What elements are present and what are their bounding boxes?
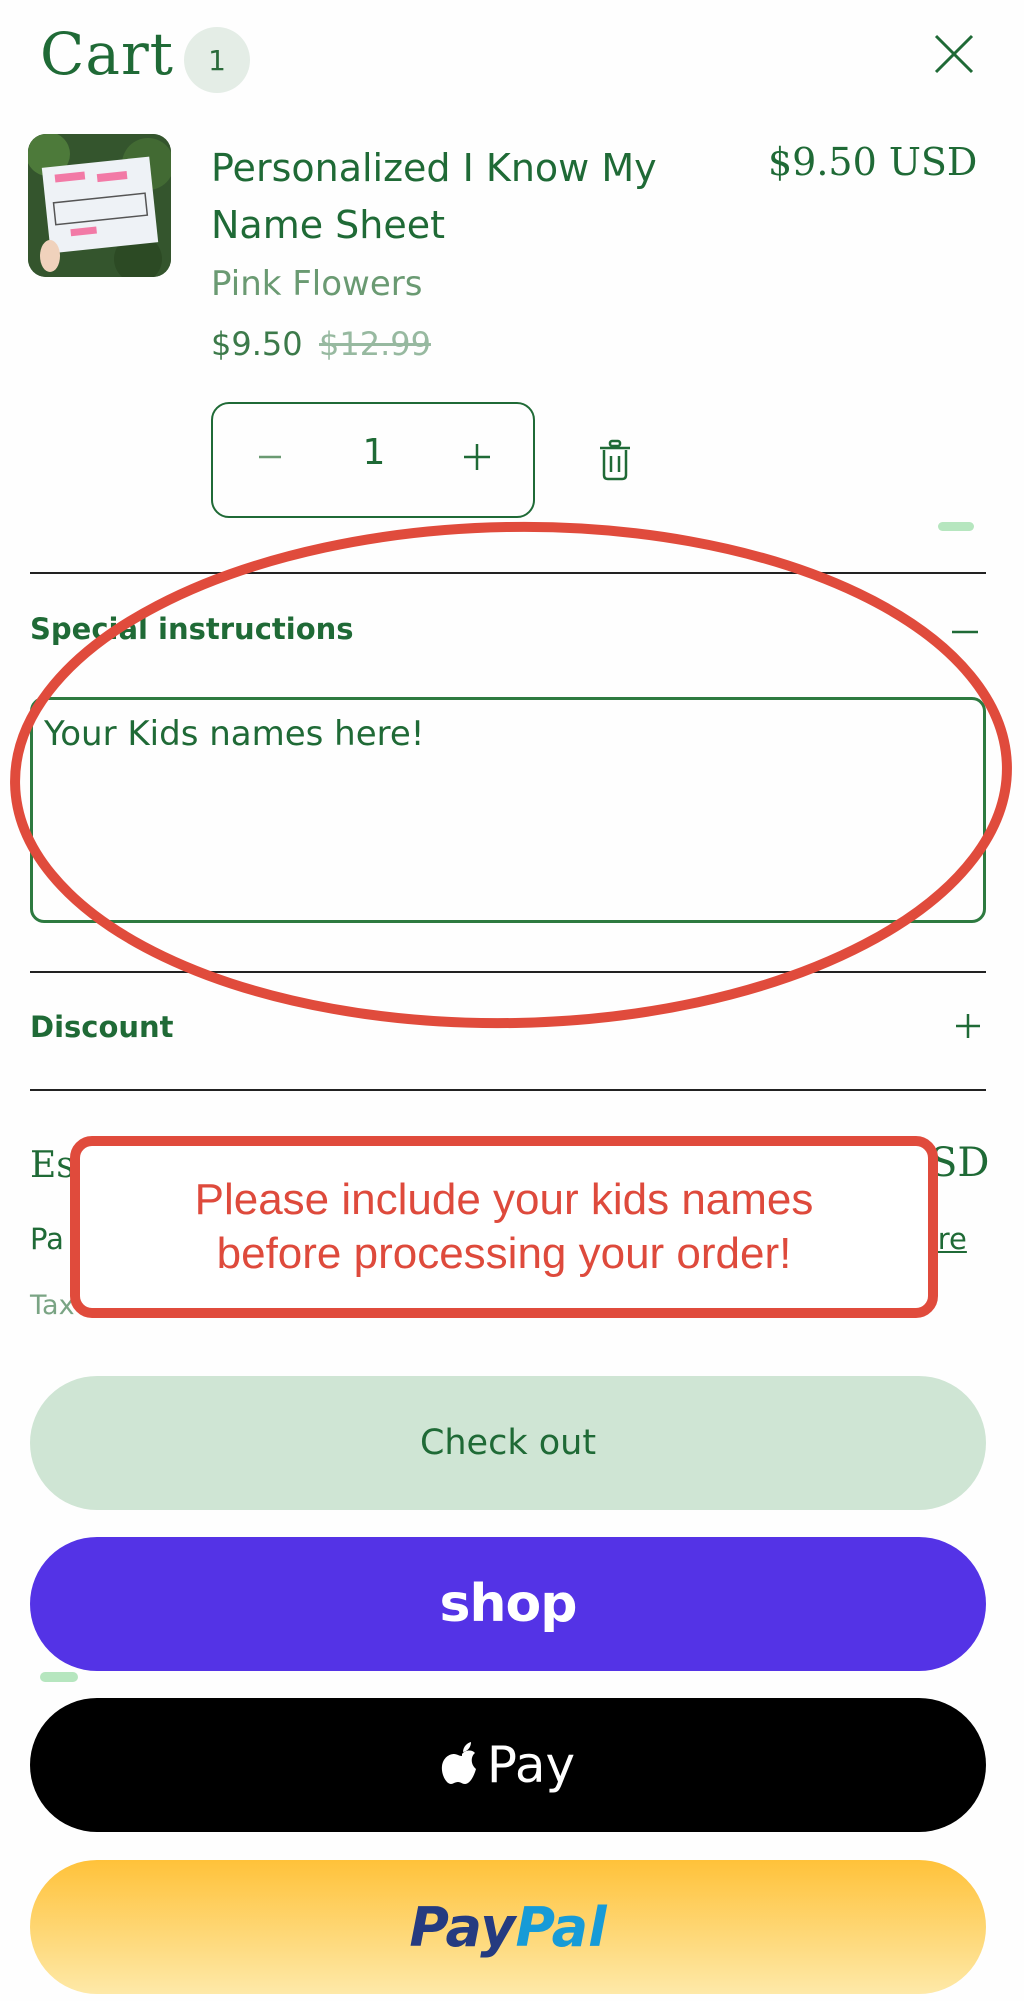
cart-count-badge: 1 — [184, 27, 250, 93]
shop-pay-logo: shop — [439, 1574, 578, 1634]
tax-note: Tax — [30, 1290, 75, 1321]
special-instructions-label[interactable]: Special instructions — [30, 612, 354, 646]
trash-icon — [600, 439, 630, 481]
expand-discount-button[interactable] — [950, 1008, 986, 1044]
product-title[interactable]: Personalized I Know My Name Sheet — [211, 140, 691, 254]
plus-icon — [464, 444, 490, 470]
remove-item-button[interactable] — [595, 438, 635, 482]
product-thumbnail[interactable] — [28, 134, 171, 277]
minus-icon — [952, 630, 978, 634]
minus-icon — [259, 455, 281, 459]
estimated-total-label: Es — [30, 1145, 75, 1186]
estimated-total-value: SD — [930, 1140, 990, 1186]
highlight-mark — [938, 522, 974, 531]
notice-line-2: before processing your order! — [216, 1229, 792, 1278]
cart-title: Cart — [40, 20, 174, 88]
compare-at-price: $12.99 — [319, 325, 431, 363]
highlight-mark — [40, 1672, 78, 1682]
collapse-special-instructions-button[interactable] — [950, 612, 980, 646]
discount-label[interactable]: Discount — [30, 1010, 174, 1044]
divider — [30, 1089, 986, 1091]
payment-note: Pa — [30, 1222, 64, 1256]
sale-price: $9.50 — [211, 325, 303, 363]
product-image — [28, 134, 171, 277]
checkout-button[interactable]: Check out — [30, 1376, 986, 1510]
divider — [30, 572, 986, 574]
paypal-button[interactable]: Pay Pal — [30, 1860, 986, 1994]
checkout-button-label: Check out — [419, 1423, 597, 1463]
apple-icon — [441, 1742, 476, 1784]
paypal-logo-part2: Pal — [515, 1895, 607, 1959]
annotation-notice: Please include your kids names before pr… — [70, 1136, 938, 1318]
close-button[interactable] — [930, 30, 978, 78]
notice-line-1: Please include your kids names — [194, 1175, 814, 1224]
line-item-price: $9.50 USD — [768, 140, 978, 184]
apple-pay-button[interactable]: Pay — [30, 1698, 986, 1832]
quantity-input[interactable]: 1 — [362, 432, 386, 473]
shop-pay-button[interactable]: shop — [30, 1537, 986, 1671]
increase-quantity-button[interactable] — [452, 432, 502, 482]
plus-icon — [956, 1014, 980, 1038]
close-icon — [934, 34, 974, 74]
decrease-quantity-button[interactable] — [245, 432, 295, 482]
apple-pay-label: Pay — [486, 1736, 576, 1794]
divider — [30, 971, 986, 973]
paypal-logo-part1: Pay — [409, 1895, 516, 1959]
product-variant: Pink Flowers — [211, 264, 423, 304]
special-instructions-text: Your Kids names here! — [44, 714, 425, 754]
